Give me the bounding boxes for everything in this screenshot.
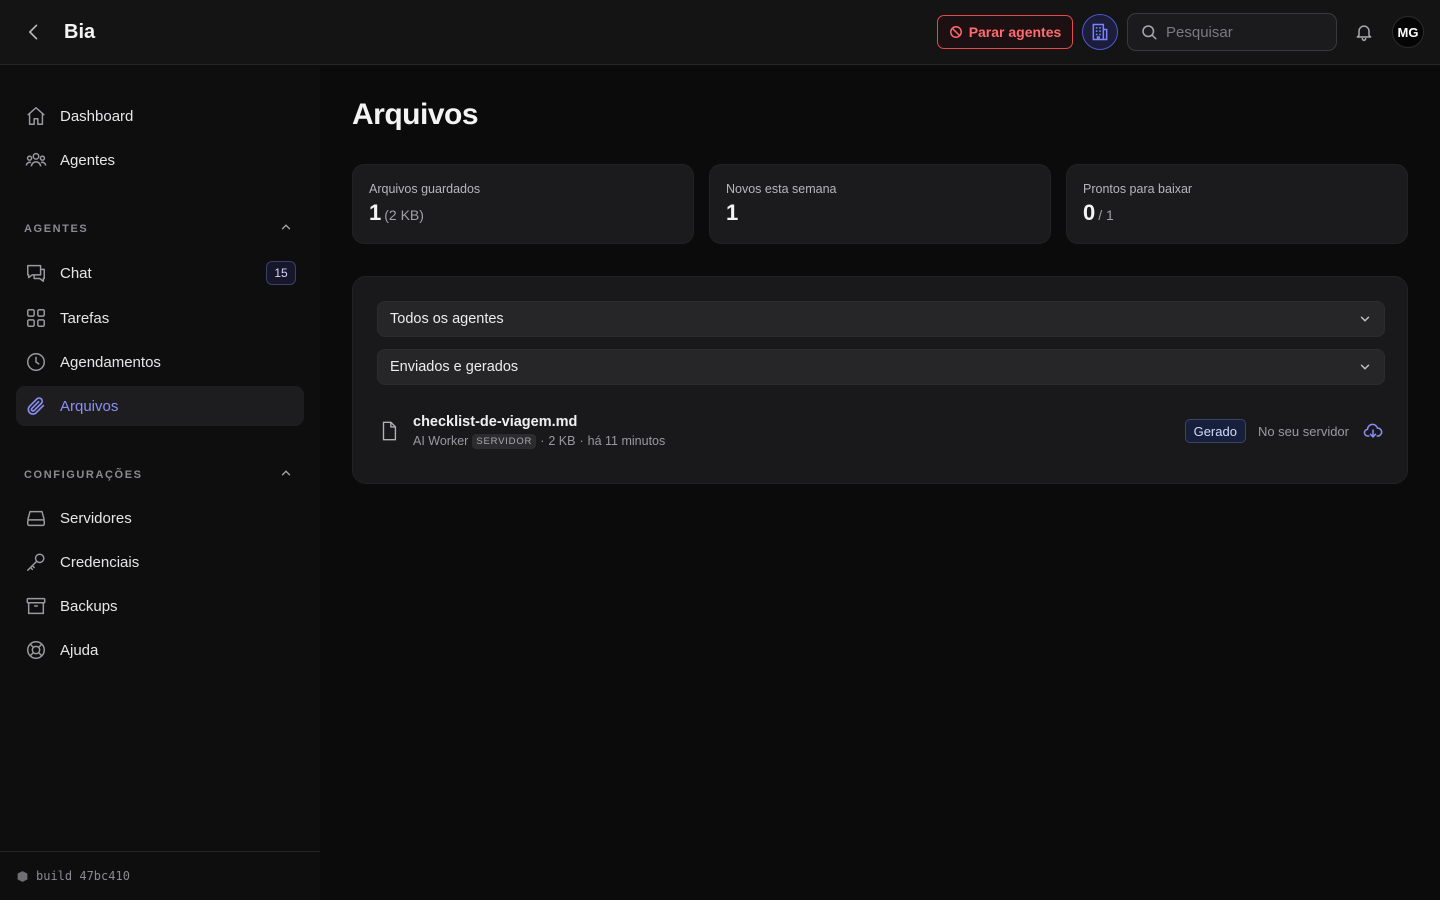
- sidebar-item-label: Backups: [60, 597, 118, 615]
- sidebar-item-label: Dashboard: [60, 107, 134, 125]
- search-input[interactable]: [1166, 23, 1316, 41]
- sidebar-item-tarefas[interactable]: Tarefas: [16, 298, 304, 338]
- chevron-up-icon: [281, 224, 291, 230]
- chat-icon: [24, 261, 48, 285]
- app-title: Bia: [64, 21, 96, 43]
- user-avatar[interactable]: MG: [1392, 16, 1424, 48]
- grid-icon: [24, 306, 48, 330]
- section-label-configuracoes: CONFIGURAÇÕES: [24, 469, 143, 481]
- section-toggle-agentes[interactable]: [276, 217, 296, 237]
- file-actions: Gerado No seu servidor: [1184, 419, 1385, 443]
- sidebar-item-label: Credenciais: [60, 553, 140, 571]
- chevron-down-icon: [1360, 316, 1370, 322]
- file-time: há 11 minutos: [587, 434, 666, 448]
- sidebar-item-agentes[interactable]: Agentes: [16, 140, 304, 180]
- organization-button[interactable]: [1082, 14, 1118, 50]
- file-icon: [377, 419, 401, 443]
- sidebar-item-credenciais[interactable]: Credenciais: [16, 542, 304, 582]
- stat-card-stored: Arquivos guardados 1 (2 KB): [352, 164, 694, 244]
- file-location: No seu servidor: [1257, 423, 1349, 439]
- users-icon: [24, 148, 48, 172]
- stat-card-ready-to-download: Prontos para baixar 0/ 1: [1066, 164, 1408, 244]
- stat-sub: (2 KB): [384, 207, 424, 223]
- sidebar-item-label: Chat: [60, 264, 92, 282]
- stat-sub: / 1: [1098, 207, 1114, 223]
- sidebar-item-backups[interactable]: Backups: [16, 586, 304, 626]
- status-badge: Gerado: [1184, 419, 1246, 443]
- home-icon: [24, 104, 48, 128]
- sidebar-item-arquivos[interactable]: Arquivos: [16, 386, 304, 426]
- sidebar-item-label: Agendamentos: [60, 353, 161, 371]
- sidebar: Dashboard Agentes AGENTES Chat 15 Tarefa…: [0, 65, 320, 900]
- notifications-button[interactable]: [1352, 20, 1376, 44]
- file-size: 2 KB: [548, 434, 576, 448]
- sidebar-item-dashboard[interactable]: Dashboard: [16, 96, 304, 136]
- key-icon: [24, 550, 48, 574]
- stop-agents-label: Parar agentes: [968, 24, 1062, 40]
- file-name: checklist-de-viagem.md: [413, 413, 578, 430]
- section-label-agentes: AGENTES: [24, 223, 89, 235]
- top-bar: Bia Parar agentes MG: [0, 0, 1440, 65]
- archive-icon: [24, 594, 48, 618]
- type-filter-select[interactable]: Enviados e gerados: [377, 349, 1385, 385]
- sidebar-item-agendamentos[interactable]: Agendamentos: [16, 342, 304, 382]
- stat-label: Prontos para baixar: [1083, 182, 1193, 196]
- build-label: build 47bc410: [36, 869, 130, 883]
- type-filter-value: Enviados e gerados: [390, 359, 519, 375]
- stat-value: 1: [726, 200, 739, 225]
- chevron-down-icon: [1360, 364, 1370, 370]
- meta-separator: ·: [540, 434, 545, 448]
- search-icon: [1142, 25, 1157, 40]
- sidebar-item-label: Arquivos: [60, 397, 119, 415]
- stat-value-row: 1 (2 KB): [369, 200, 677, 226]
- stop-agents-button[interactable]: Parar agentes: [937, 15, 1073, 49]
- page-title: Arquivos: [352, 98, 479, 131]
- sidebar-item-label: Servidores: [60, 509, 132, 527]
- agent-filter-select[interactable]: Todos os agentes: [377, 301, 1385, 337]
- stat-value: 0: [1083, 200, 1096, 225]
- stat-value-row: 0/ 1: [1083, 200, 1391, 226]
- sidebar-item-servidores[interactable]: Servidores: [16, 498, 304, 538]
- stat-label: Arquivos guardados: [369, 182, 481, 196]
- meta-separator: ·: [579, 434, 584, 448]
- agent-tag: SERVIDOR: [472, 433, 537, 449]
- chat-count-badge: 15: [266, 261, 296, 285]
- paperclip-icon: [24, 394, 48, 418]
- lifebuoy-icon: [24, 638, 48, 662]
- sidebar-footer: build 47bc410: [0, 851, 320, 900]
- file-row[interactable]: checklist-de-viagem.md AI Worker SERVIDO…: [377, 407, 1385, 455]
- agent-filter-value: Todos os agentes: [390, 311, 504, 327]
- cloud-download-icon: [1363, 423, 1383, 438]
- file-text: checklist-de-viagem.md AI Worker SERVIDO…: [413, 414, 665, 449]
- chevron-left-icon: [29, 24, 38, 40]
- download-button[interactable]: [1361, 419, 1385, 443]
- search-box[interactable]: [1127, 13, 1337, 51]
- building-icon: [1092, 23, 1108, 41]
- file-agent: AI Worker: [413, 434, 469, 448]
- server-icon: [24, 506, 48, 530]
- stat-value: 1: [369, 200, 382, 225]
- sidebar-item-ajuda[interactable]: Ajuda: [16, 630, 304, 670]
- files-panel: Todos os agentes Enviados e gerados chec…: [352, 276, 1408, 484]
- package-icon: [17, 870, 28, 882]
- sidebar-item-label: Ajuda: [60, 641, 99, 659]
- section-toggle-configuracoes[interactable]: [276, 463, 296, 483]
- sidebar-item-chat[interactable]: Chat 15: [16, 253, 304, 293]
- stat-value-row: 1: [726, 200, 1034, 226]
- sidebar-item-label: Agentes: [60, 151, 116, 169]
- chevron-up-icon: [281, 470, 291, 476]
- file-meta: AI Worker SERVIDOR · 2 KB · há 11 minuto…: [413, 433, 666, 449]
- ban-icon: [949, 26, 962, 38]
- stat-card-new-this-week: Novos esta semana 1: [709, 164, 1051, 244]
- sidebar-item-label: Tarefas: [60, 309, 110, 327]
- back-button[interactable]: [22, 20, 46, 44]
- bell-icon: [1356, 25, 1372, 42]
- clock-icon: [24, 350, 48, 374]
- stat-label: Novos esta semana: [726, 182, 837, 196]
